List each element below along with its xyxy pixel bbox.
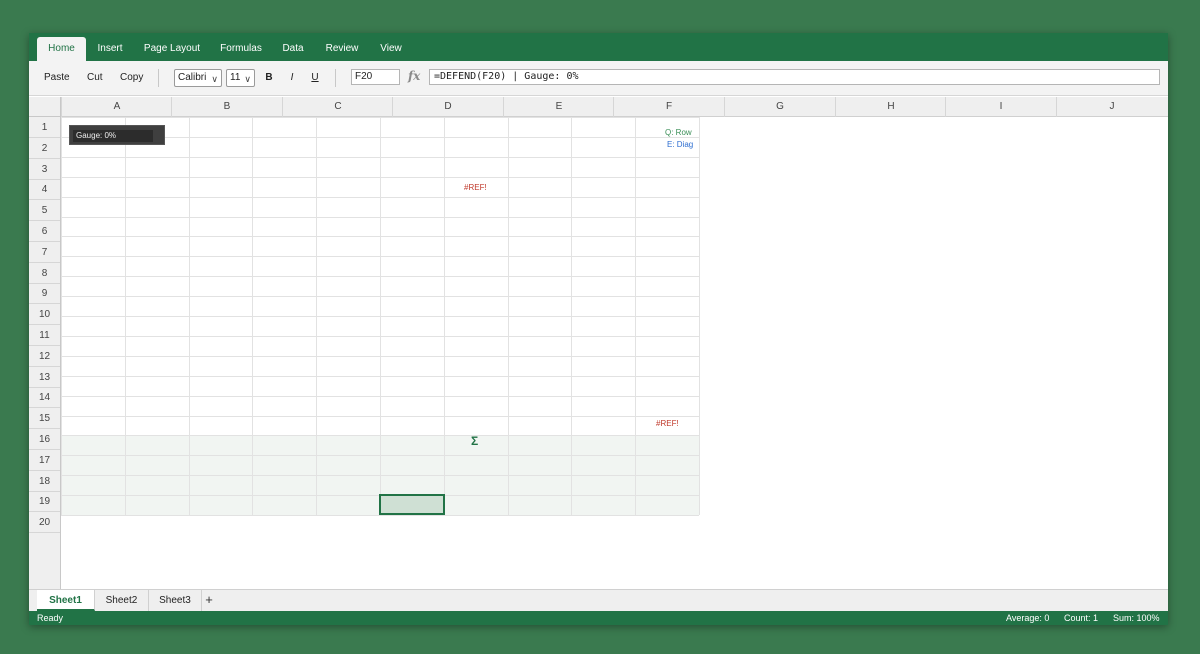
gauge-label: Gauge: 0% bbox=[76, 131, 117, 140]
status-count: Count: 1 bbox=[1064, 613, 1099, 623]
q-row-note: Q: Row bbox=[665, 128, 692, 137]
grid-line bbox=[61, 455, 699, 457]
column-header-j[interactable]: J bbox=[1056, 97, 1167, 117]
grid-line bbox=[61, 176, 699, 178]
sheet-tab-sheet2[interactable]: Sheet2 bbox=[95, 590, 149, 611]
tab-formulas[interactable]: Formulas bbox=[213, 37, 269, 61]
row-header-11[interactable]: 11 bbox=[29, 325, 60, 346]
grid-line bbox=[699, 117, 700, 515]
grid-line bbox=[61, 236, 699, 238]
row-header-2[interactable]: 2 bbox=[29, 138, 60, 159]
column-header-b[interactable]: B bbox=[171, 97, 282, 117]
column-header-f[interactable]: F bbox=[613, 97, 724, 117]
paste-button[interactable]: Paste bbox=[44, 69, 70, 87]
font-name-select[interactable]: Calibri ∨ bbox=[174, 69, 222, 87]
ribbon-tab-bar: Home Insert Page Layout Formulas Data Re… bbox=[29, 33, 1168, 61]
grid-line bbox=[61, 216, 699, 218]
toolbar-divider bbox=[335, 69, 336, 87]
grid-line bbox=[61, 355, 699, 357]
row-header-6[interactable]: 6 bbox=[29, 221, 60, 242]
e-diag-note: E: Diag bbox=[667, 140, 694, 149]
italic-button[interactable]: I bbox=[283, 69, 301, 87]
grid-line bbox=[61, 256, 699, 258]
grid-line bbox=[61, 475, 699, 477]
row-header-14[interactable]: 14 bbox=[29, 387, 60, 409]
tab-insert[interactable]: Insert bbox=[89, 37, 131, 61]
grid-line bbox=[61, 156, 699, 158]
font-size-select[interactable]: 11 ∨ bbox=[226, 69, 255, 87]
copy-button[interactable]: Copy bbox=[120, 69, 143, 87]
sigma-icon[interactable]: Σ bbox=[471, 434, 478, 448]
formula-input[interactable]: =DEFEND(F20) | Gauge: 0% bbox=[429, 69, 1160, 85]
font-size-value: 11 bbox=[230, 72, 241, 83]
bold-button[interactable]: B bbox=[260, 69, 278, 87]
row-header-7[interactable]: 7 bbox=[29, 242, 60, 263]
row-header-19[interactable]: 19 bbox=[29, 491, 60, 513]
underline-button[interactable]: U bbox=[306, 69, 324, 87]
gauge-widget: Gauge: 0% bbox=[69, 125, 165, 145]
grid-line bbox=[61, 296, 699, 298]
tab-view[interactable]: View bbox=[373, 37, 409, 61]
tab-data[interactable]: Data bbox=[275, 37, 311, 61]
toolbar-divider bbox=[158, 69, 159, 87]
grid-line bbox=[61, 395, 699, 397]
column-header-c[interactable]: C bbox=[282, 97, 393, 117]
tab-home[interactable]: Home bbox=[37, 37, 86, 61]
column-header-e[interactable]: E bbox=[503, 97, 614, 117]
sheet-tab-sheet3[interactable]: Sheet3 bbox=[149, 590, 202, 611]
grid-line bbox=[61, 316, 699, 317]
row-header-12[interactable]: 12 bbox=[29, 346, 60, 367]
column-header-g[interactable]: G bbox=[724, 97, 835, 117]
column-header-h[interactable]: H bbox=[835, 97, 946, 117]
column-header-i[interactable]: I bbox=[945, 97, 1056, 117]
grid-line bbox=[61, 375, 699, 377]
row-header-5[interactable]: 5 bbox=[29, 200, 60, 222]
row-header-bar: 1 2 3 4 5 6 7 8 9 10 11 12 13 14 15 16 17 18 19 20 bbox=[29, 117, 61, 589]
sheet-tab-sheet1[interactable]: Sheet1 bbox=[37, 590, 95, 611]
selected-cell[interactable] bbox=[379, 494, 445, 515]
select-all-corner[interactable] bbox=[29, 97, 61, 117]
row-header-9[interactable]: 9 bbox=[29, 283, 60, 305]
add-sheet-button[interactable]: + bbox=[201, 590, 217, 611]
ref-error-cell: #REF! bbox=[656, 419, 679, 428]
ref-error-cell: #REF! bbox=[464, 183, 487, 192]
row-header-17[interactable]: 17 bbox=[29, 450, 60, 471]
grid-line bbox=[61, 435, 699, 437]
row-header-10[interactable]: 10 bbox=[29, 304, 60, 326]
row-header-1[interactable]: 1 bbox=[29, 117, 60, 138]
status-sum: Sum: 100% bbox=[1113, 613, 1160, 623]
row-header-4[interactable]: 4 bbox=[29, 179, 60, 201]
row-header-8[interactable]: 8 bbox=[29, 263, 60, 284]
spreadsheet-window: Home Insert Page Layout Formulas Data Re… bbox=[29, 33, 1168, 625]
grid-line bbox=[61, 276, 699, 278]
row-header-15[interactable]: 15 bbox=[29, 408, 60, 430]
row-header-13[interactable]: 13 bbox=[29, 367, 60, 388]
status-average: Average: 0 bbox=[1006, 613, 1050, 623]
toolbar: Paste Cut Copy Calibri ∨ 11 ∨ B I U F20 … bbox=[29, 61, 1168, 96]
status-bar: Ready Average: 0 Count: 1 Sum: 100% bbox=[29, 611, 1168, 625]
column-header-bar: ABCDEFGHIJ bbox=[29, 97, 1168, 117]
font-name-value: Calibri bbox=[178, 72, 207, 83]
chevron-down-icon: ∨ bbox=[244, 74, 251, 84]
sheet-tab-bar: Sheet1 Sheet2 Sheet3 + bbox=[29, 589, 1168, 611]
status-ready: Ready bbox=[37, 613, 64, 623]
name-box[interactable]: F20 bbox=[351, 69, 400, 85]
row-header-3[interactable]: 3 bbox=[29, 159, 60, 180]
column-header-d[interactable]: D bbox=[392, 97, 503, 117]
cut-button[interactable]: Cut bbox=[87, 69, 103, 87]
chevron-down-icon: ∨ bbox=[211, 74, 218, 84]
row-header-16[interactable]: 16 bbox=[29, 429, 60, 450]
cell-grid[interactable]: Gauge: 0% Q: Row E: Diag #REF! #REF! Σ bbox=[61, 117, 700, 516]
function-icon[interactable]: fx bbox=[408, 69, 420, 83]
tab-page-layout[interactable]: Page Layout bbox=[137, 37, 207, 61]
grid-line bbox=[61, 196, 699, 198]
column-header-a[interactable]: A bbox=[61, 97, 172, 117]
grid-line bbox=[61, 335, 699, 337]
grid-line bbox=[61, 415, 699, 417]
row-header-18[interactable]: 18 bbox=[29, 471, 60, 492]
grid-line bbox=[61, 515, 699, 516]
tab-review[interactable]: Review bbox=[319, 37, 365, 61]
grid-line bbox=[61, 117, 699, 118]
row-header-20[interactable]: 20 bbox=[29, 512, 60, 534]
